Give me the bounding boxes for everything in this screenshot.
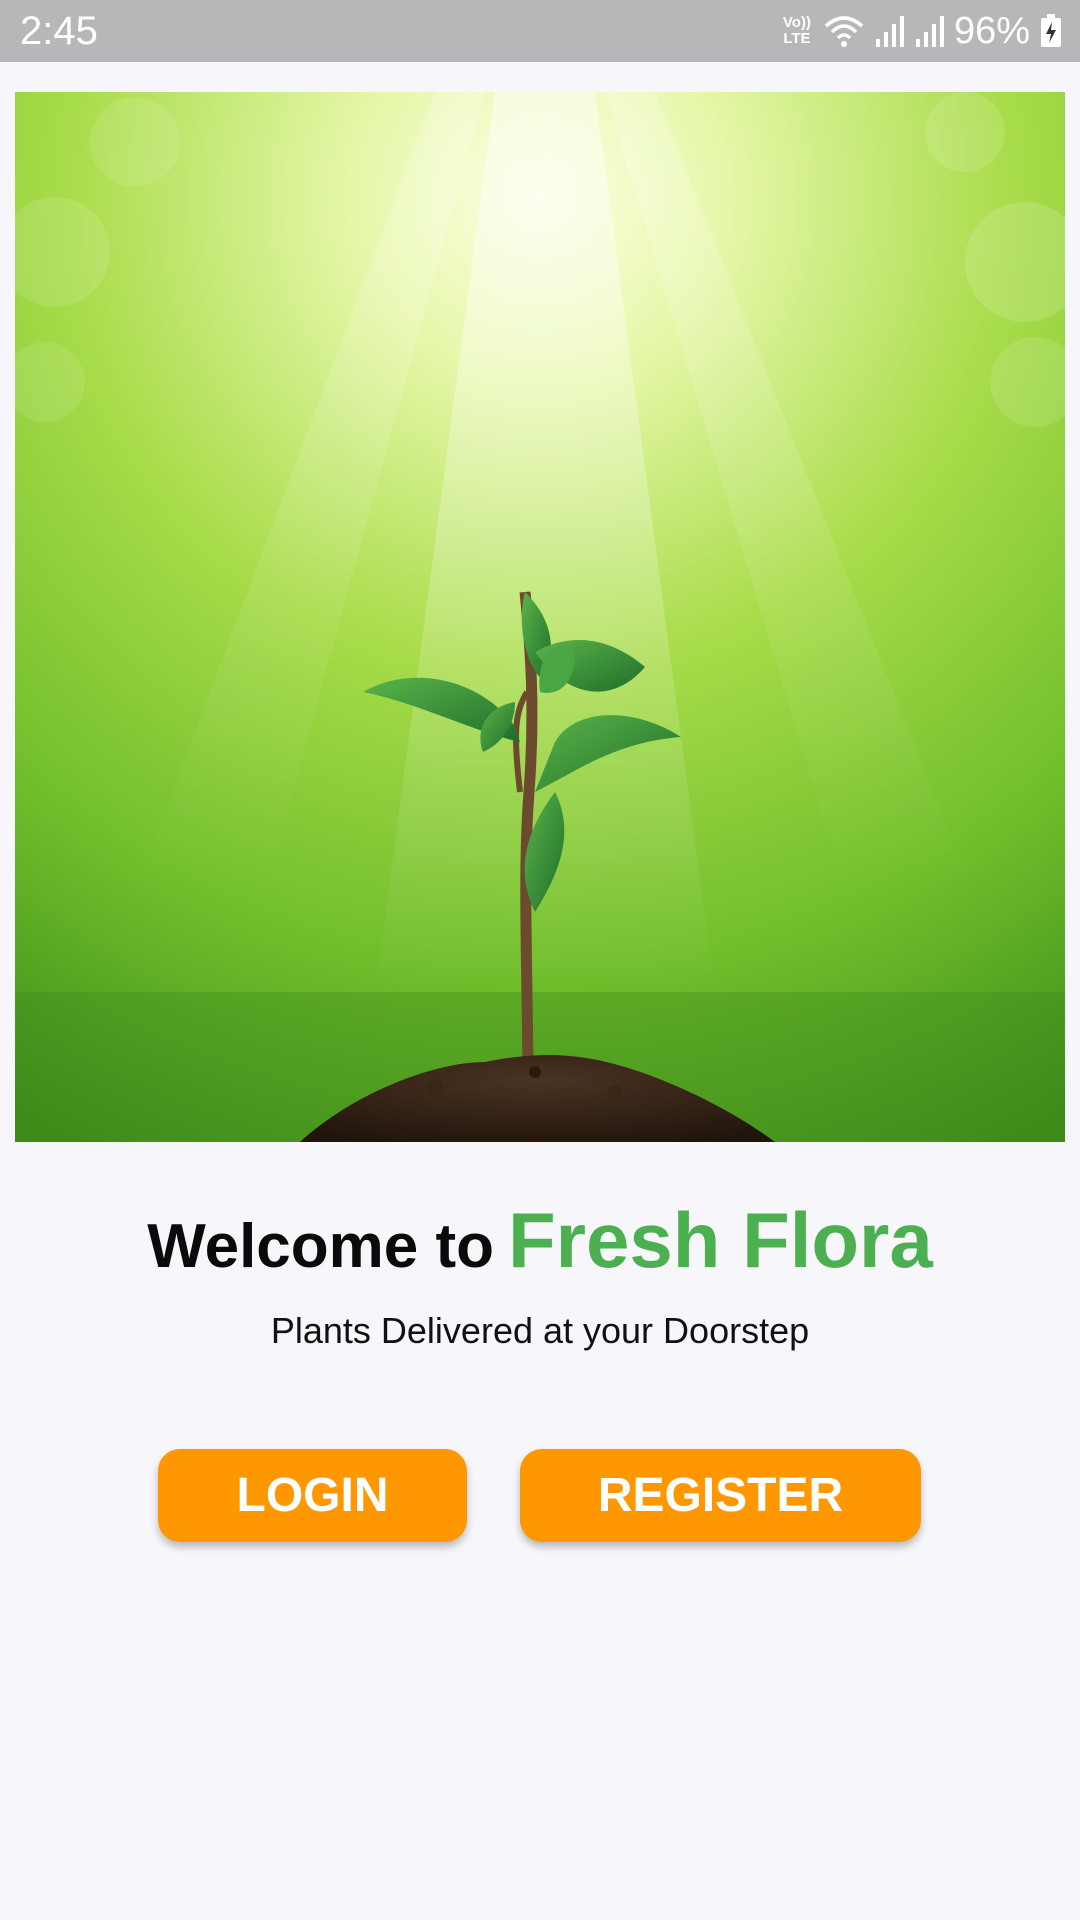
tagline: Plants Delivered at your Doorstep: [270, 1310, 810, 1351]
welcome-prefix: Welcome to: [147, 1212, 495, 1281]
register-button[interactable]: REGISTER: [520, 1449, 921, 1542]
volte-icon: Vo)) LTE: [782, 14, 811, 47]
status-time: 2:45: [20, 9, 98, 53]
signal-icon: [874, 15, 904, 47]
login-button[interactable]: LOGIN: [158, 1449, 467, 1542]
battery-percent: 96%: [953, 10, 1030, 52]
battery-charging-icon: [1040, 14, 1062, 48]
signal-icon: [914, 15, 944, 47]
brand-name: Fresh Flora: [508, 1196, 933, 1284]
wifi-icon: [824, 14, 864, 48]
seedling-sunlight-image: [15, 92, 1065, 1142]
status-bar: 2:45 Vo)) LTE 96%: [0, 0, 1080, 62]
hero-image: [15, 92, 1065, 1142]
welcome-title: Welcome to Fresh Flora: [0, 1195, 1080, 1286]
status-icons: Vo)) LTE 96%: [780, 8, 1062, 54]
